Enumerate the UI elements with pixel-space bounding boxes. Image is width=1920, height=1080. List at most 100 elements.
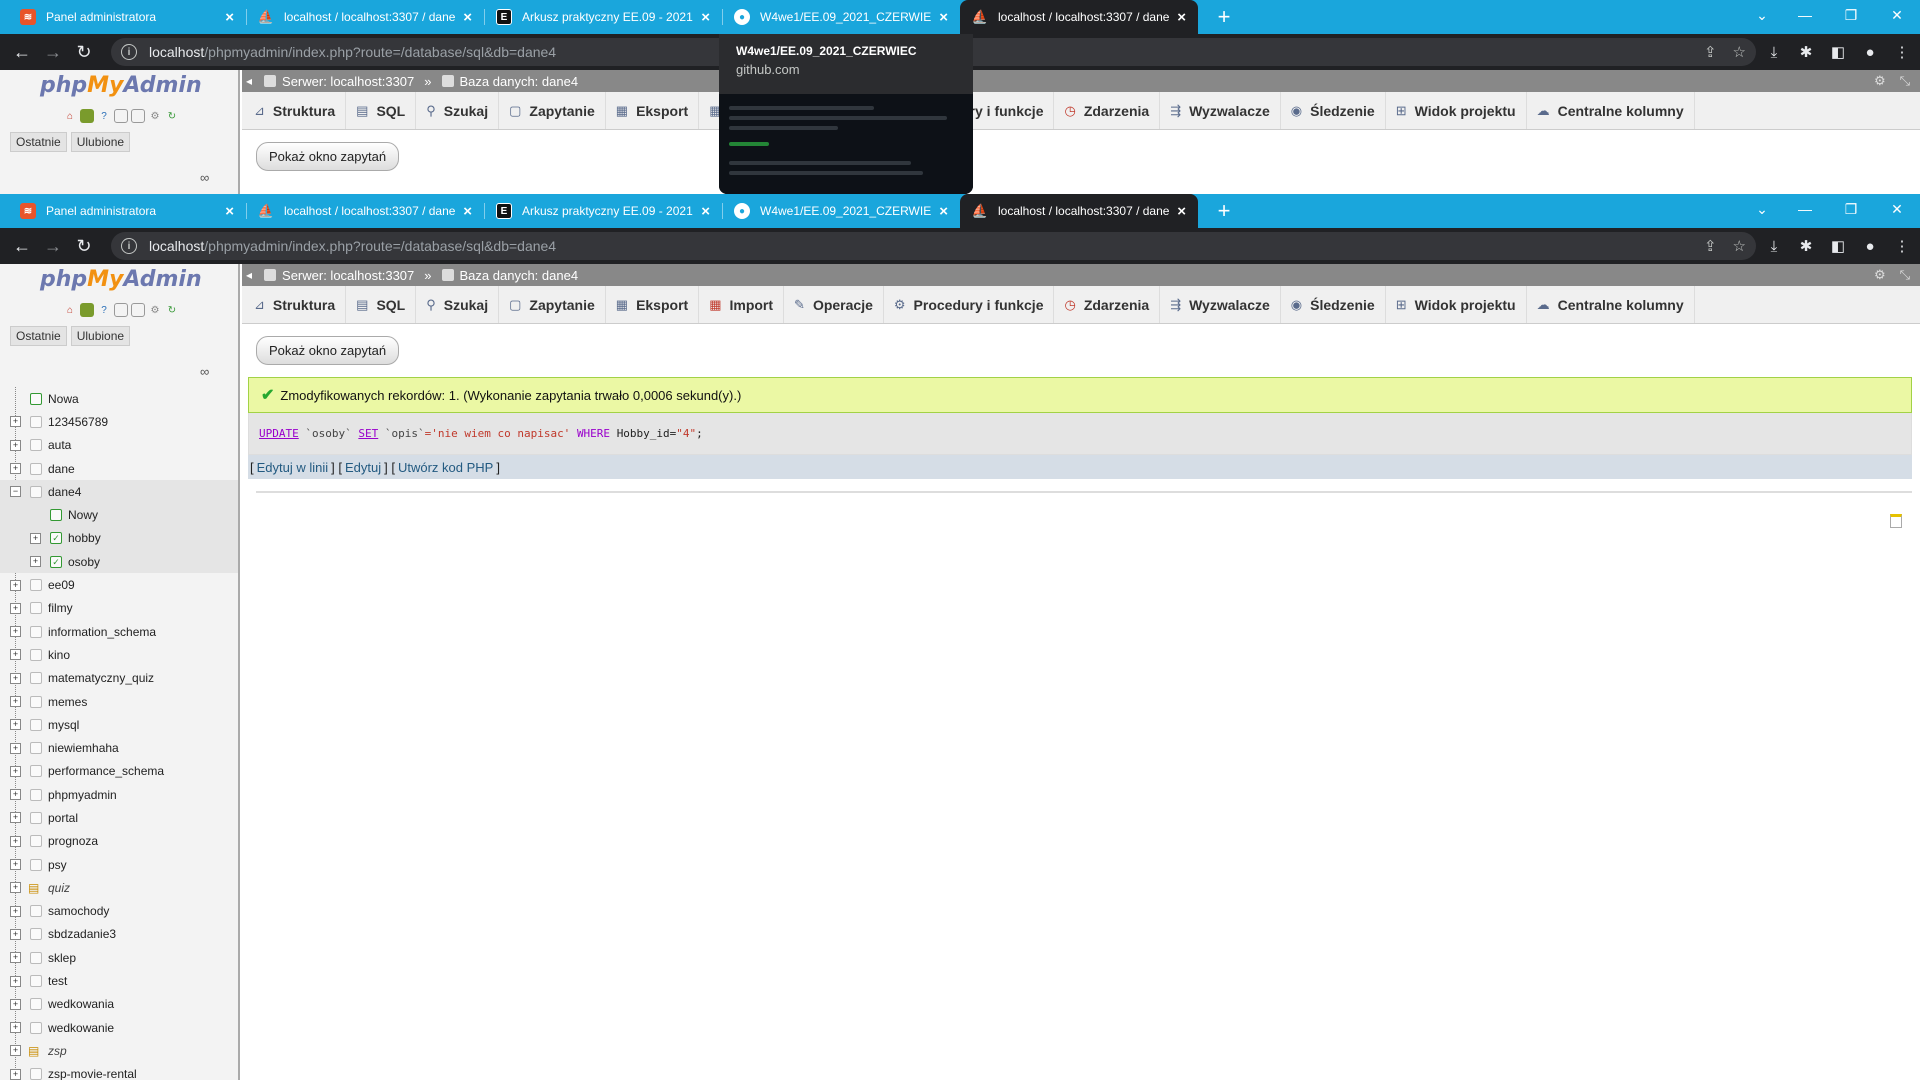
tree-item-db-collapsed-group[interactable]: + ▤ quiz: [0, 876, 238, 899]
tree-item-db[interactable]: + portal: [0, 806, 238, 829]
profile-icon[interactable]: ●: [1860, 238, 1880, 255]
tree-item-db[interactable]: + kino: [0, 643, 238, 666]
tab-github[interactable]: ● W4we1/EE.09_2021_CZERWIEC ×: [722, 194, 960, 228]
reload-icon[interactable]: ↻: [165, 109, 179, 123]
tree-item-db[interactable]: + dane: [0, 457, 238, 480]
recent-tab[interactable]: Ostatnie: [10, 326, 67, 346]
tab-sql[interactable]: ▤ SQL: [346, 92, 417, 129]
tab-tracking[interactable]: ◉ Śledzenie: [1281, 92, 1386, 129]
close-icon[interactable]: ×: [939, 9, 948, 26]
tree-item-db[interactable]: + information_schema: [0, 620, 238, 643]
new-tab-button[interactable]: +: [1210, 197, 1238, 225]
share-icon[interactable]: ⇪: [1704, 43, 1717, 61]
tree-item-db[interactable]: + phpmyadmin: [0, 783, 238, 806]
tab-phpmyadmin[interactable]: ⛵ localhost / localhost:3307 / dane4 ×: [246, 194, 484, 228]
tree-item-new-table[interactable]: Nowy: [0, 503, 238, 527]
close-icon[interactable]: ×: [225, 203, 234, 220]
link-icon[interactable]: ∞: [200, 170, 209, 185]
tab-triggers[interactable]: ⇶ Wyzwalacze: [1160, 286, 1281, 323]
tree-item-table[interactable]: + ✓ osoby: [0, 550, 238, 574]
show-query-button[interactable]: Pokaż okno zapytań: [256, 142, 400, 171]
tree-item-db[interactable]: + ee09: [0, 573, 238, 596]
phpmyadmin-logo[interactable]: phpMyAdmin: [0, 70, 238, 106]
tab-sql[interactable]: ▤ SQL: [346, 286, 417, 323]
tab-import[interactable]: ▦Import: [699, 286, 785, 323]
home-icon[interactable]: ⌂: [63, 109, 77, 123]
close-window-button[interactable]: ✕: [1874, 194, 1920, 224]
back-button[interactable]: ←: [8, 232, 36, 260]
chevron-down-icon[interactable]: ⌄: [1742, 0, 1782, 30]
tree-item-db[interactable]: + wedkowanie: [0, 1016, 238, 1039]
puzzle-icon[interactable]: ✱: [1796, 43, 1816, 61]
tab-central-columns[interactable]: ☁ Centralne kolumny: [1527, 286, 1695, 323]
tab-query[interactable]: ▢ Zapytanie: [499, 92, 606, 129]
inline-edit-link[interactable]: Edytuj w linii: [257, 460, 329, 475]
star-icon[interactable]: ☆: [1733, 43, 1746, 61]
tab-routines[interactable]: ⚙Procedury i funkcje: [884, 286, 1055, 323]
tree-item-db[interactable]: + matematyczny_quiz: [0, 667, 238, 690]
puzzle-icon[interactable]: ✱: [1796, 237, 1816, 255]
tree-item-db-selected[interactable]: − dane4: [0, 480, 238, 504]
close-icon[interactable]: ×: [225, 9, 234, 26]
close-icon[interactable]: ×: [463, 9, 472, 26]
minimize-button[interactable]: —: [1782, 194, 1828, 224]
tab-events[interactable]: ◷ Zdarzenia: [1054, 92, 1161, 129]
tree-item-db[interactable]: + mysql: [0, 713, 238, 736]
forward-button[interactable]: →: [39, 38, 67, 66]
tree-item-db[interactable]: + samochody: [0, 900, 238, 923]
extension-icon[interactable]: ⤓: [1764, 44, 1784, 61]
phpmyadmin-logo[interactable]: phpMyAdmin: [0, 264, 238, 300]
tree-item-db[interactable]: + filmy: [0, 597, 238, 620]
reload-icon[interactable]: ↻: [165, 303, 179, 317]
create-php-code-link[interactable]: Utwórz kod PHP: [398, 460, 493, 475]
tree-item-db[interactable]: + sbdzadanie3: [0, 923, 238, 946]
close-icon[interactable]: ×: [701, 9, 710, 26]
favorites-tab[interactable]: Ulubione: [70, 132, 131, 152]
link-icon[interactable]: ∞: [200, 364, 209, 379]
gear-icon[interactable]: ⚙: [1874, 267, 1886, 283]
close-icon[interactable]: ×: [939, 203, 948, 220]
tree-item-db[interactable]: + psy: [0, 853, 238, 876]
tab-structure[interactable]: ⊿ Struktura: [244, 92, 347, 129]
tab-search[interactable]: ⚲ Szukaj: [416, 286, 500, 323]
gear-icon[interactable]: ⚙: [148, 303, 162, 317]
docs-icon[interactable]: [114, 109, 128, 123]
tree-item-db[interactable]: + zsp-movie-rental: [0, 1063, 238, 1080]
tree-item-db[interactable]: + performance_schema: [0, 760, 238, 783]
reload-button[interactable]: ↻: [70, 38, 98, 66]
close-icon[interactable]: ×: [1177, 203, 1186, 220]
profile-icon[interactable]: ●: [1860, 44, 1880, 61]
collapse-icon[interactable]: ◂: [246, 268, 252, 282]
restore-button[interactable]: ❐: [1828, 194, 1874, 224]
tab-central-columns[interactable]: ☁ Centralne kolumny: [1527, 92, 1695, 129]
tree-item-db[interactable]: + niewiemhaha: [0, 736, 238, 759]
tree-item-db-collapsed-group[interactable]: + ▤ zsp: [0, 1039, 238, 1062]
info-icon[interactable]: i: [121, 238, 137, 254]
close-icon[interactable]: ×: [463, 203, 472, 220]
tree-item-db[interactable]: +123456789: [0, 410, 238, 433]
edit-link[interactable]: Edytuj: [345, 460, 381, 475]
page-icon[interactable]: [131, 303, 145, 317]
tab-operations[interactable]: ✎Operacje: [784, 286, 884, 323]
gear-icon[interactable]: ⚙: [1874, 73, 1886, 89]
extension-icon[interactable]: ⤓: [1764, 238, 1784, 255]
star-icon[interactable]: ☆: [1733, 237, 1746, 255]
tree-item-db[interactable]: + prognoza: [0, 830, 238, 853]
console-icon[interactable]: [1890, 514, 1902, 528]
tab-panel-administratora[interactable]: ≋ Panel administratora ×: [8, 0, 246, 34]
tree-item-db[interactable]: + memes: [0, 690, 238, 713]
share-icon[interactable]: ⇪: [1704, 237, 1717, 255]
minimize-button[interactable]: —: [1782, 0, 1828, 30]
close-icon[interactable]: ×: [701, 203, 710, 220]
menu-icon[interactable]: ⋮: [1892, 237, 1912, 255]
tab-search[interactable]: ⚲ Szukaj: [416, 92, 500, 129]
tab-designer[interactable]: ⊞ Widok projektu: [1386, 286, 1527, 323]
fullscreen-icon[interactable]: ⤡: [1900, 73, 1910, 89]
reload-button[interactable]: ↻: [70, 232, 98, 260]
address-bar[interactable]: i localhost/phpmyadmin/index.php?route=/…: [111, 232, 1756, 260]
tab-query[interactable]: ▢ Zapytanie: [499, 286, 606, 323]
tab-arkusz[interactable]: E Arkusz praktyczny EE.09 - 2021 - ×: [484, 194, 722, 228]
tree-item-db[interactable]: + auta: [0, 434, 238, 457]
sidepanel-icon[interactable]: ◧: [1828, 43, 1848, 61]
sidepanel-icon[interactable]: ◧: [1828, 237, 1848, 255]
